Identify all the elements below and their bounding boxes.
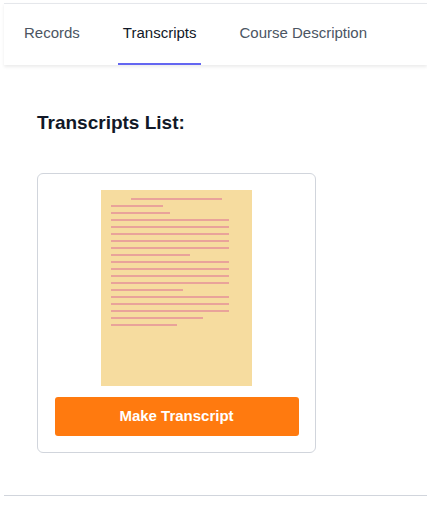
transcript-thumbnail[interactable] bbox=[101, 190, 252, 386]
thumbnail-line bbox=[111, 254, 190, 256]
thumbnail-line bbox=[111, 282, 229, 284]
tab[interactable]: Transcripts bbox=[118, 4, 202, 65]
transcript-card: Make Transcript bbox=[37, 173, 316, 453]
make-transcript-button[interactable]: Make Transcript bbox=[55, 397, 299, 436]
thumbnail-line bbox=[111, 219, 229, 221]
thumbnail-line bbox=[111, 296, 229, 298]
thumbnail-line bbox=[111, 233, 229, 235]
thumbnail-line bbox=[111, 212, 170, 214]
tab[interactable]: Records bbox=[19, 4, 85, 65]
thumbnail-line bbox=[111, 289, 183, 291]
thumbnail-line bbox=[111, 324, 177, 326]
thumbnail-line bbox=[111, 303, 229, 305]
thumbnail-line bbox=[111, 226, 229, 228]
thumbnail-line bbox=[111, 205, 163, 207]
tab[interactable]: Course Description bbox=[234, 4, 372, 65]
thumbnail-line bbox=[111, 275, 229, 277]
thumbnail-line bbox=[111, 310, 229, 312]
thumbnail-line bbox=[111, 247, 229, 249]
thumbnail-line bbox=[111, 317, 203, 319]
thumbnail-line bbox=[111, 240, 229, 242]
thumbnail-line bbox=[111, 268, 229, 270]
section-heading: Transcripts List: bbox=[37, 110, 427, 136]
thumbnail-line bbox=[131, 198, 223, 200]
transcripts-section: Transcripts List: Make Transcript bbox=[0, 110, 427, 453]
thumbnail-line bbox=[111, 261, 229, 263]
divider bbox=[4, 495, 427, 496]
tab-label: Records bbox=[24, 22, 80, 45]
tab-label: Transcripts bbox=[123, 22, 197, 45]
tab-label: Course Description bbox=[239, 22, 367, 45]
tab-bar: Records Transcripts Course Description bbox=[4, 3, 427, 65]
